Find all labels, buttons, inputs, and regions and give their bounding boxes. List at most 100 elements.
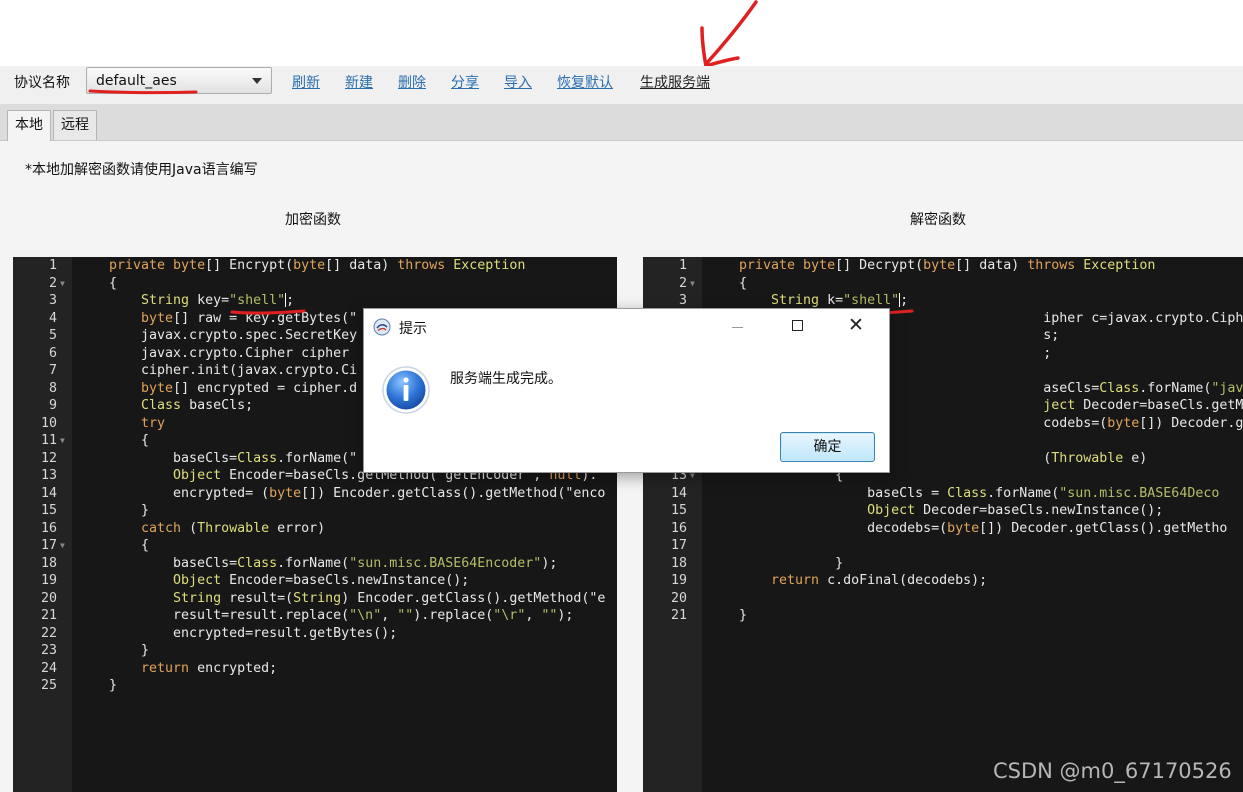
fold-arrow-icon[interactable]: ▼ — [60, 432, 65, 450]
code-text: String k="shell"; — [771, 293, 909, 308]
dialog-title: 提示 — [399, 321, 427, 337]
code-text: } — [109, 643, 150, 658]
code-text: } — [739, 555, 844, 571]
line-number: 20 — [670, 590, 687, 606]
line-number: 8 — [48, 380, 57, 396]
delete-link[interactable]: 删除 — [398, 72, 426, 92]
line-number: 21 — [670, 608, 687, 623]
line-number: 14 — [40, 485, 57, 501]
code-text: String key="shell"; — [141, 293, 295, 308]
red-arrow-annotation — [700, 0, 758, 68]
line-number: 14 — [670, 485, 687, 501]
code-text: javax.crypto.spec.SecretKey — [109, 328, 358, 343]
line-number: 11 — [40, 433, 57, 448]
line-number: 9 — [48, 398, 57, 413]
code-text: cipher.init(javax.crypto.Ci — [109, 363, 358, 378]
line-number: 2 — [678, 275, 687, 291]
line-number: 19 — [670, 573, 687, 588]
line-number: 18 — [40, 555, 57, 571]
line-number: 4 — [48, 310, 57, 326]
red-underline-annotation — [88, 89, 198, 95]
fold-arrow-icon[interactable]: ▼ — [60, 537, 65, 555]
line-number: 15 — [40, 503, 57, 518]
line-number: 25 — [40, 678, 57, 693]
csdn-watermark: CSDN @m0_67170526 — [993, 759, 1232, 783]
code-text: } — [109, 503, 150, 518]
refresh-link[interactable]: 刷新 — [292, 72, 320, 92]
code-text: private byte[] Decrypt(byte[] data) thro… — [739, 258, 1156, 273]
protocol-name-label: 协议名称 — [14, 75, 70, 91]
code-text: return encrypted; — [141, 660, 278, 676]
line-number: 5 — [48, 328, 57, 343]
line-number: 18 — [670, 555, 687, 571]
code-text: baseCls=Class.forName("sun.misc.BASE64En… — [109, 555, 558, 571]
protocol-select-value: default_aes — [96, 73, 177, 89]
code-text: { — [739, 275, 748, 291]
ok-button[interactable]: 确定 — [780, 432, 875, 462]
code-text: Object Encoder=baseCls.newInstance(); — [173, 573, 470, 588]
line-number: 23 — [40, 643, 57, 658]
code-text: } — [109, 678, 118, 693]
line-number: 16 — [40, 520, 57, 536]
generate-server-link[interactable]: 生成服务端 — [640, 72, 710, 92]
line-number: 17 — [40, 538, 57, 553]
close-icon[interactable]: ✕ — [848, 313, 864, 337]
code-text: baseCls = Class.forName("sun.misc.BASE64… — [739, 485, 1220, 501]
code-text: { — [109, 275, 118, 291]
line-number: 20 — [40, 590, 57, 606]
tab-remote[interactable]: 远程 — [53, 110, 97, 140]
line-number: 15 — [670, 503, 687, 518]
code-text: private byte[] Encrypt(byte[] data) thro… — [109, 258, 526, 273]
code-text: javax.crypto.Cipher cipher — [109, 345, 358, 361]
code-text: try — [141, 415, 166, 431]
line-number: 13 — [40, 468, 57, 483]
line-number: 10 — [40, 415, 57, 431]
import-link[interactable]: 导入 — [504, 72, 532, 92]
tab-local[interactable]: 本地 — [7, 110, 51, 141]
chevron-down-icon — [252, 78, 262, 84]
code-text: decodebs=(byte[]) Decoder.getClass().get… — [739, 520, 1228, 536]
info-icon — [382, 366, 430, 414]
dialog-message: 服务端生成完成。 — [450, 371, 562, 387]
line-number: 12 — [40, 450, 57, 466]
line-number: 21 — [40, 608, 57, 623]
code-text: return c.doFinal(decodebs); — [771, 573, 988, 588]
code-text: { — [109, 538, 150, 553]
code-text: byte[] encrypted = cipher.d — [141, 380, 358, 396]
line-number: 7 — [48, 363, 57, 378]
line-number: 16 — [670, 520, 687, 536]
code-text: baseCls=Class.forName(" — [109, 450, 358, 466]
encrypt-function-title: 加密函数 — [285, 212, 341, 228]
line-number: 22 — [40, 625, 57, 641]
line-number: 19 — [40, 573, 57, 588]
java-app-icon — [373, 318, 391, 336]
red-underline-annotation — [230, 309, 306, 315]
line-number: 6 — [48, 345, 57, 361]
top-blank-area — [0, 0, 1243, 66]
fold-arrow-icon[interactable]: ▼ — [60, 275, 65, 293]
line-number: 1 — [678, 258, 687, 273]
code-text: Object Decoder=baseCls.newInstance(); — [867, 503, 1164, 518]
restore-default-link[interactable]: 恢复默认 — [557, 72, 613, 92]
code-text: Class baseCls; — [141, 398, 254, 413]
info-dialog: 提示 ✕ 服务端生成完成。 确定 — [363, 308, 890, 473]
code-text: { — [109, 433, 150, 448]
line-number: 3 — [48, 293, 57, 308]
line-number: 3 — [678, 293, 687, 308]
line-number: 1 — [48, 258, 57, 273]
fold-arrow-icon[interactable]: ▼ — [690, 275, 695, 293]
minimize-icon[interactable] — [732, 327, 743, 328]
decrypt-function-title: 解密函数 — [910, 212, 966, 228]
java-note: *本地加解密函数请使用Java语言编写 — [25, 162, 258, 178]
maximize-icon[interactable] — [792, 320, 803, 331]
code-text: } — [739, 608, 748, 623]
code-text: catch (Throwable error) — [141, 520, 326, 536]
new-link[interactable]: 新建 — [345, 72, 373, 92]
share-link[interactable]: 分享 — [451, 72, 479, 92]
tab-bar — [0, 104, 1243, 141]
code-text: encrypted= (byte[]) Encoder.getClass().g… — [109, 485, 606, 501]
line-number: 2 — [48, 275, 57, 291]
code-text: encrypted=result.getBytes(); — [109, 625, 398, 641]
code-text: String result=(String) Encoder.getClass(… — [173, 590, 606, 606]
line-number: 24 — [40, 660, 57, 676]
